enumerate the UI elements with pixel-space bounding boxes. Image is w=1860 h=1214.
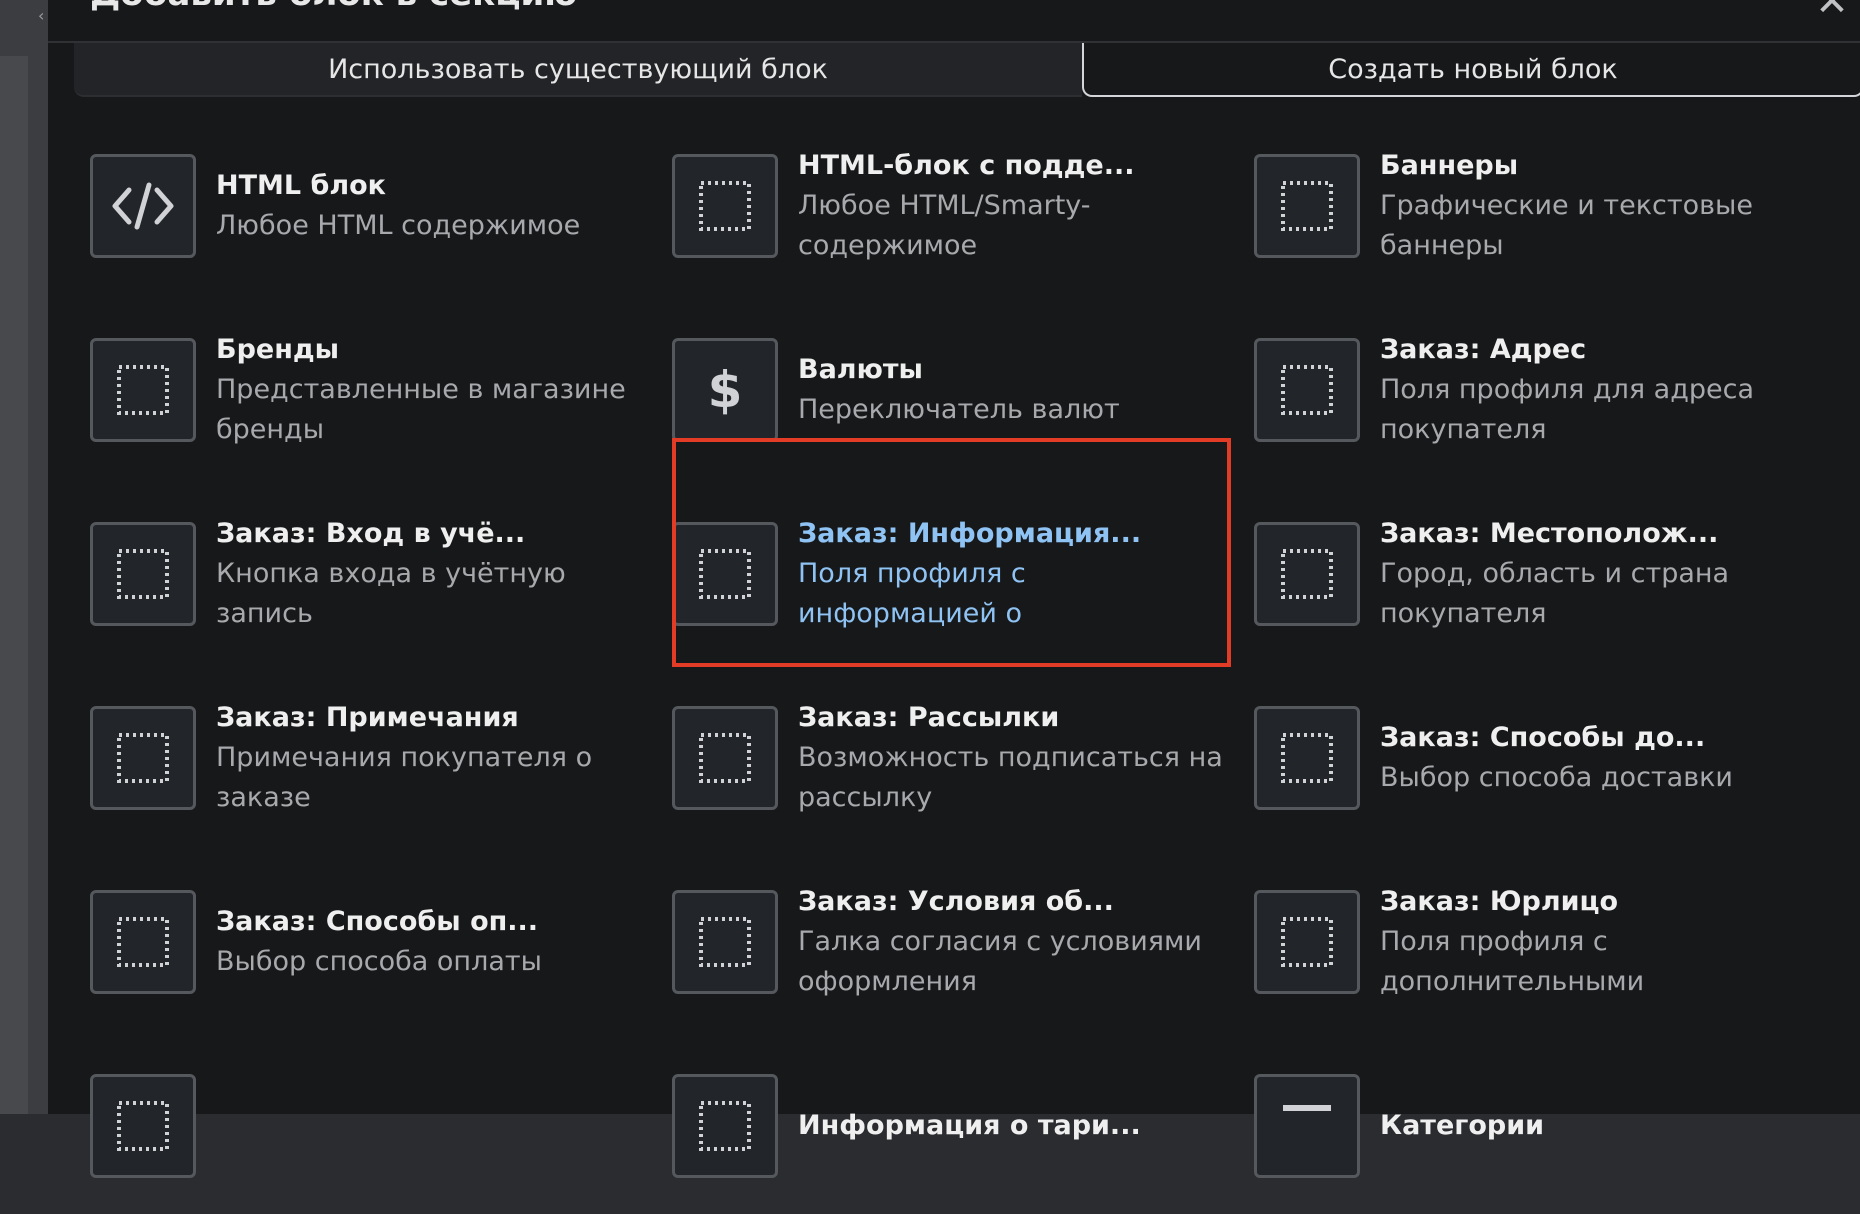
- block-source-tabs: Использовать существующий блок Создать н…: [74, 43, 1860, 97]
- block-description: Выбор способа доставки: [1380, 762, 1733, 793]
- block-title: Заказ: Адрес: [1380, 334, 1587, 365]
- add-block-modal: Добавить блок в секцию ✕ Использовать су…: [48, 0, 1860, 1178]
- tab-create-new-block[interactable]: Создать новый блок: [1082, 43, 1860, 97]
- block-card[interactable]: Заказ: Рассылки Возможность подписаться н…: [672, 702, 1232, 846]
- block-card[interactable]: Заказ: Условия об... Галка согласия с усл…: [672, 886, 1232, 1030]
- block-title: Информация о тари...: [798, 1110, 1141, 1141]
- block-title: Заказ: Способы оп...: [216, 906, 539, 937]
- block-description: Город, область и страна покупателя: [1380, 558, 1730, 629]
- block-card-text: Заказ: Рассылки Возможность подписаться н…: [798, 698, 1228, 818]
- block-title: Валюты: [798, 354, 923, 385]
- block-description: Возможность подписаться на рассылку: [798, 742, 1223, 813]
- backdrop: ‹: [0, 0, 48, 1114]
- block-card[interactable]: Категории: [1254, 1074, 1814, 1214]
- code-icon: [90, 154, 196, 258]
- block-description: Графические и текстовые баннеры: [1380, 190, 1753, 261]
- dotted-square-icon: [672, 706, 778, 810]
- block-title: Заказ: Юрлицо: [1380, 886, 1619, 917]
- block-card[interactable]: HTML блок Любое HTML содержимое: [90, 154, 650, 294]
- dotted-square-icon: [90, 1074, 196, 1178]
- svg-text:$: $: [708, 361, 743, 419]
- block-title: Заказ: Примечания: [216, 702, 519, 733]
- block-card-text: Валюты Переключатель валют: [798, 350, 1228, 430]
- block-description: Поля профиля с дополнительными: [1380, 926, 1645, 997]
- block-description: Выбор способа оплаты: [216, 946, 542, 977]
- block-card[interactable]: Информация о тари...: [672, 1074, 1232, 1214]
- block-card[interactable]: Бренды Представленные в магазине бренды: [90, 334, 650, 478]
- block-title: Категории: [1380, 1110, 1545, 1141]
- block-card[interactable]: Баннеры Графические и текстовые баннеры: [1254, 150, 1814, 294]
- block-card-text: Заказ: Условия об... Галка согласия с усл…: [798, 882, 1228, 1002]
- block-card-text: Категории: [1380, 1106, 1810, 1146]
- block-card[interactable]: Заказ: Юрлицо Поля профиля с дополнительн…: [1254, 886, 1814, 1030]
- block-card-text: HTML-блок с подде... Любое HTML/Smarty-со…: [798, 146, 1228, 266]
- block-card-text: Заказ: Юрлицо Поля профиля с дополнительн…: [1380, 882, 1810, 1002]
- dotted-square-icon: [90, 890, 196, 994]
- block-card-text: Информация о тари...: [798, 1106, 1228, 1146]
- block-card-text: Заказ: Способы оп... Выбор способа оплаты: [216, 902, 646, 982]
- dotted-square-icon: [1254, 338, 1360, 442]
- block-title: Заказ: Рассылки: [798, 702, 1060, 733]
- block-card[interactable]: Заказ: Вход в учё... Кнопка входа в учётн…: [90, 518, 650, 662]
- block-card-text: Заказ: Вход в учё... Кнопка входа в учётн…: [216, 514, 646, 634]
- dotted-square-icon: [1254, 890, 1360, 994]
- block-description: Любое HTML/Smarty-содержимое: [798, 190, 1091, 261]
- dotted-square-icon: [1254, 706, 1360, 810]
- block-title: Бренды: [216, 334, 340, 365]
- block-description: Поля профиля для адреса покупателя: [1380, 374, 1755, 445]
- block-title: Заказ: Способы до...: [1380, 722, 1706, 753]
- dotted-square-icon: [672, 154, 778, 258]
- block-card-text: Бренды Представленные в магазине бренды: [216, 330, 646, 450]
- dotted-square-icon: [672, 1074, 778, 1178]
- block-description: Любое HTML содержимое: [216, 210, 581, 241]
- block-card[interactable]: [90, 1074, 650, 1214]
- block-card[interactable]: Заказ: Способы до... Выбор способа достав…: [1254, 706, 1814, 846]
- dotted-square-icon: [90, 338, 196, 442]
- backdrop-panel: [0, 56, 28, 1114]
- close-icon[interactable]: ✕: [1810, 0, 1854, 24]
- block-description: Переключатель валют: [798, 394, 1120, 425]
- block-description: Представленные в магазине бренды: [216, 374, 626, 445]
- block-title: HTML-блок с подде...: [798, 150, 1135, 181]
- block-title: HTML блок: [216, 170, 386, 201]
- block-card-text: Заказ: Адрес Поля профиля для адреса поку…: [1380, 330, 1810, 450]
- block-title: Заказ: Условия об...: [798, 886, 1114, 917]
- dotted-square-icon: [1254, 522, 1360, 626]
- block-card-text: HTML блок Любое HTML содержимое: [216, 166, 646, 246]
- block-card-text: Заказ: Местополож... Город, область и стр…: [1380, 514, 1810, 634]
- block-title: Заказ: Вход в учё...: [216, 518, 526, 549]
- block-card[interactable]: Заказ: Примечания Примечания покупателя о…: [90, 702, 650, 846]
- selection-highlight: [672, 438, 1231, 667]
- tab-use-existing-block[interactable]: Использовать существующий блок: [74, 43, 1082, 97]
- block-description: Примечания покупателя о заказе: [216, 742, 593, 813]
- block-card[interactable]: Заказ: Местополож... Город, область и стр…: [1254, 518, 1814, 662]
- dotted-square-icon: [90, 522, 196, 626]
- block-card[interactable]: Заказ: Способы оп... Выбор способа оплаты: [90, 890, 650, 1030]
- dotted-square-icon: [672, 890, 778, 994]
- dollar-icon: $: [672, 338, 778, 442]
- block-card-text: Заказ: Примечания Примечания покупателя о…: [216, 698, 646, 818]
- dotted-square-icon: [90, 706, 196, 810]
- modal-title: Добавить блок в секцию: [90, 0, 577, 14]
- block-description: Галка согласия с условиями оформления: [798, 926, 1202, 997]
- block-description: Кнопка входа в учётную запись: [216, 558, 566, 629]
- block-title: Баннеры: [1380, 150, 1519, 181]
- block-card-text: Баннеры Графические и текстовые баннеры: [1380, 146, 1810, 266]
- block-card[interactable]: HTML-блок с подде... Любое HTML/Smarty-со…: [672, 150, 1232, 294]
- list-icon: [1254, 1074, 1360, 1178]
- dotted-square-icon: [1254, 154, 1360, 258]
- block-card[interactable]: Заказ: Адрес Поля профиля для адреса поку…: [1254, 334, 1814, 478]
- block-title: Заказ: Местополож...: [1380, 518, 1719, 549]
- block-card-text: Заказ: Способы до... Выбор способа достав…: [1380, 718, 1810, 798]
- chevron-left-icon: ‹: [38, 6, 45, 25]
